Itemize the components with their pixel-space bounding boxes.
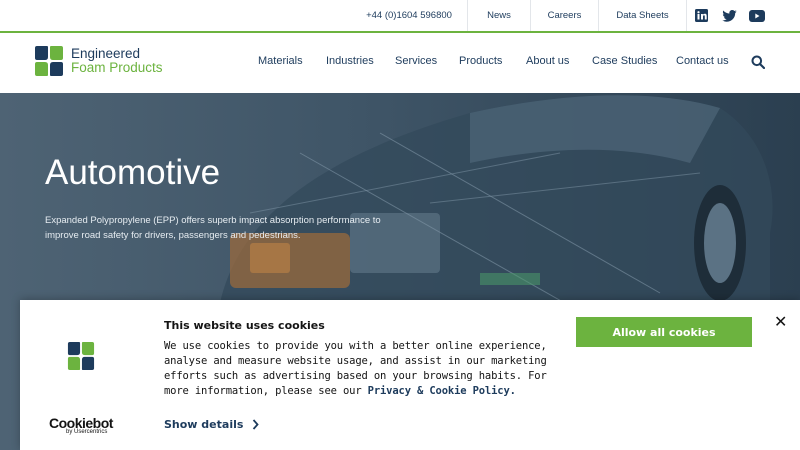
nav-item-materials[interactable]: Materials (258, 55, 303, 67)
brand-mark-icon (67, 342, 95, 370)
close-icon[interactable]: ✕ (774, 312, 787, 332)
topbar-link-label: Data Sheets (616, 10, 669, 21)
chevron-right-icon (253, 419, 260, 430)
hero-description: Expanded Polypropylene (EPP) offers supe… (45, 215, 381, 241)
phone-number-text: +44 (0)1604 596800 (366, 10, 452, 21)
linkedin-icon[interactable] (688, 0, 714, 31)
site-logo[interactable]: Engineered Foam Products (34, 46, 163, 76)
logo-text-line1: Engineered (71, 46, 141, 61)
divider (686, 0, 687, 31)
topbar-link-label: Careers (547, 10, 582, 21)
utility-bar: +44 (0)1604 596800 News Careers Data She… (0, 0, 800, 33)
allow-all-cookies-button[interactable]: Allow all cookies (576, 317, 752, 347)
main-navigation: Engineered Foam Products Materials Indus… (0, 33, 800, 93)
logo-text-line2: Foam Products (71, 60, 163, 75)
topbar-link-news[interactable]: News (468, 0, 530, 31)
nav-item-services[interactable]: Services (395, 55, 437, 67)
nav-item-products[interactable]: Products (459, 55, 502, 67)
search-icon[interactable] (751, 55, 766, 74)
logo-mark-icon (35, 46, 63, 76)
nav-item-case-studies[interactable]: Case Studies (592, 55, 657, 67)
nav-item-industries[interactable]: Industries (326, 55, 374, 67)
show-details-label: Show details (164, 418, 244, 431)
page-title: Automotive (45, 153, 221, 192)
show-details-button[interactable]: Show details (164, 418, 260, 431)
topbar-link-careers[interactable]: Careers (531, 0, 598, 31)
cookie-title: This website uses cookies (164, 319, 325, 332)
topbar-link-data-sheets[interactable]: Data Sheets (599, 0, 686, 31)
topbar-link-label: News (487, 10, 511, 21)
phone-number[interactable]: +44 (0)1604 596800 (360, 0, 458, 31)
cookiebot-subtitle: by Usercentrics (66, 429, 108, 435)
cookie-description: We use cookies to provide you with a bet… (164, 339, 564, 399)
cookiebot-logo: Cookiebot (49, 415, 113, 431)
nav-item-about-us[interactable]: About us (526, 55, 569, 67)
nav-item-contact-us[interactable]: Contact us (676, 55, 729, 67)
twitter-icon[interactable] (716, 0, 742, 31)
youtube-icon[interactable] (744, 0, 770, 31)
cookie-consent-banner: This website uses cookies We use cookies… (20, 300, 800, 450)
privacy-policy-link[interactable]: Privacy & Cookie Policy. (368, 385, 516, 397)
